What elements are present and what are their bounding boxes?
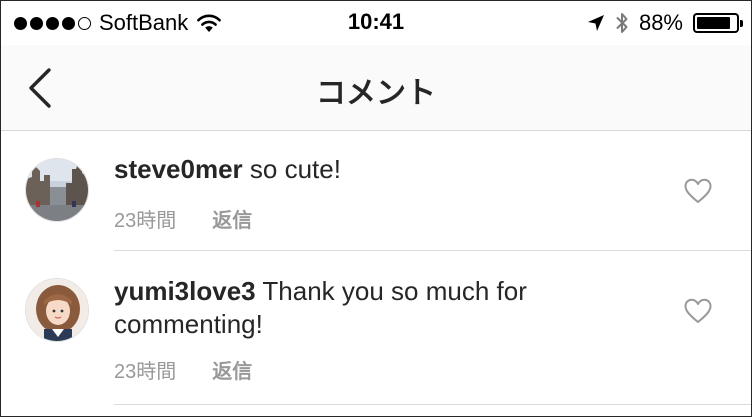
comment-meta: 23時間 返信 [114, 355, 252, 384]
avatar-image [26, 159, 88, 221]
status-bar: SoftBank 10:41 88% [1, 1, 751, 45]
comment-text: yumi3love3 Thank you so much for comment… [114, 275, 654, 341]
navigation-bar: コメント [1, 45, 751, 131]
comment-username[interactable]: yumi3love3 [114, 276, 256, 306]
battery-cap [740, 20, 743, 27]
comment-item: steve0mer so cute! 23時間 返信 [1, 131, 751, 251]
comment-text: steve0mer so cute! [114, 153, 654, 186]
reply-button[interactable]: 返信 [212, 204, 252, 233]
like-heart-icon[interactable] [684, 178, 712, 204]
avatar-image [26, 279, 88, 341]
comment-timestamp: 23時間 [114, 361, 177, 383]
comment-username[interactable]: steve0mer [114, 154, 243, 184]
screen: SoftBank 10:41 88% コメント steve0mer so cut… [0, 0, 752, 417]
battery-fill [697, 17, 731, 29]
battery-icon [693, 13, 743, 33]
avatar-steve0mer[interactable] [25, 158, 89, 222]
bluetooth-icon [616, 13, 628, 33]
battery-percentage: 88% [638, 10, 683, 35]
comment-item: yumi3love3 Thank you so much for comment… [1, 251, 751, 406]
reply-button[interactable]: 返信 [212, 355, 252, 384]
comment-timestamp: 23時間 [114, 210, 177, 232]
comment-meta: 23時間 返信 [114, 204, 252, 233]
like-heart-icon[interactable] [684, 298, 712, 324]
status-right: 88% [587, 10, 743, 36]
avatar-yumi3love3[interactable] [25, 278, 89, 342]
divider [114, 404, 751, 405]
comment-body: so cute! [242, 154, 341, 184]
page-title: コメント [316, 77, 436, 110]
location-arrow-icon [587, 15, 604, 31]
